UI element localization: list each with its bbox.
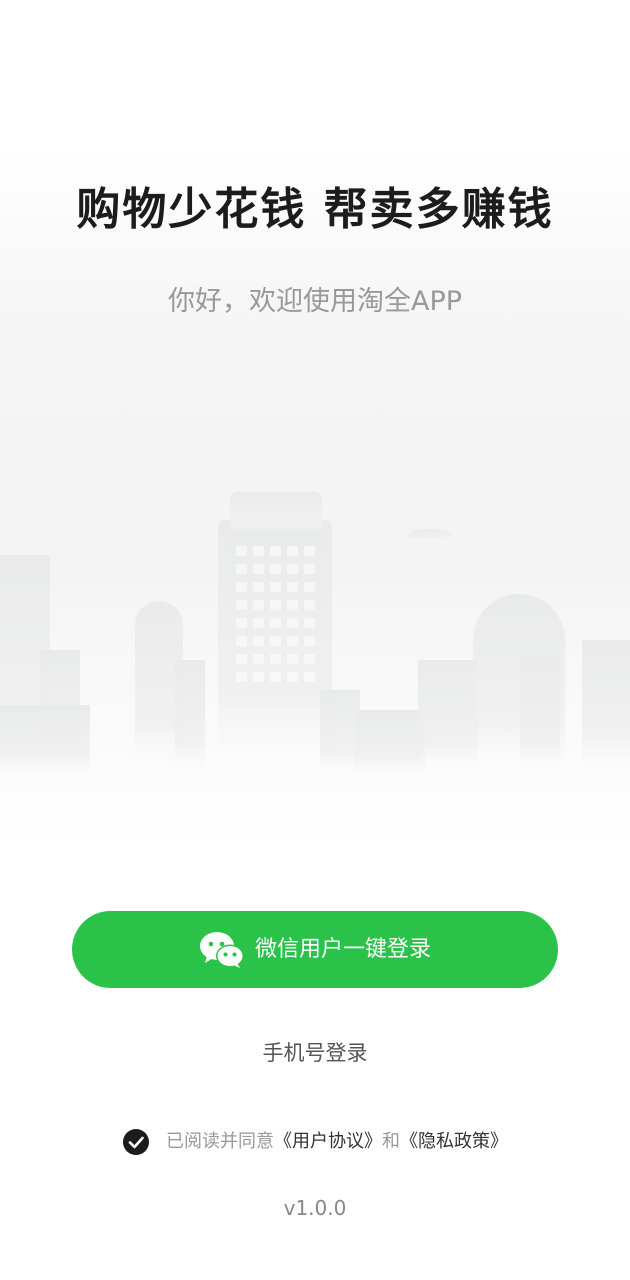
wechat-icon [199,930,245,970]
wechat-login-button[interactable]: 微信用户一键登录 [72,911,558,988]
user-agreement-link[interactable]: 《用户协议》 [274,1128,382,1156]
agreement-conjunction: 和 [382,1131,400,1152]
welcome-subtitle: 你好，欢迎使用淘全APP [167,286,463,317]
app-version: v1.0.0 [283,1196,347,1220]
agreement-row: 已阅读并同意 《用户协议》 和 《隐私政策》 [0,1128,630,1156]
headline: 购物少花钱 帮卖多赚钱 [76,184,554,235]
agreement-prefix: 已阅读并同意 [166,1131,274,1152]
city-skyline-illustration [0,492,630,780]
wechat-login-label: 微信用户一键登录 [254,936,431,962]
phone-login-link[interactable]: 手机号登录 [0,1037,630,1069]
privacy-policy-link[interactable]: 《隐私政策》 [400,1128,508,1156]
agreement-checkbox[interactable] [122,1128,150,1156]
